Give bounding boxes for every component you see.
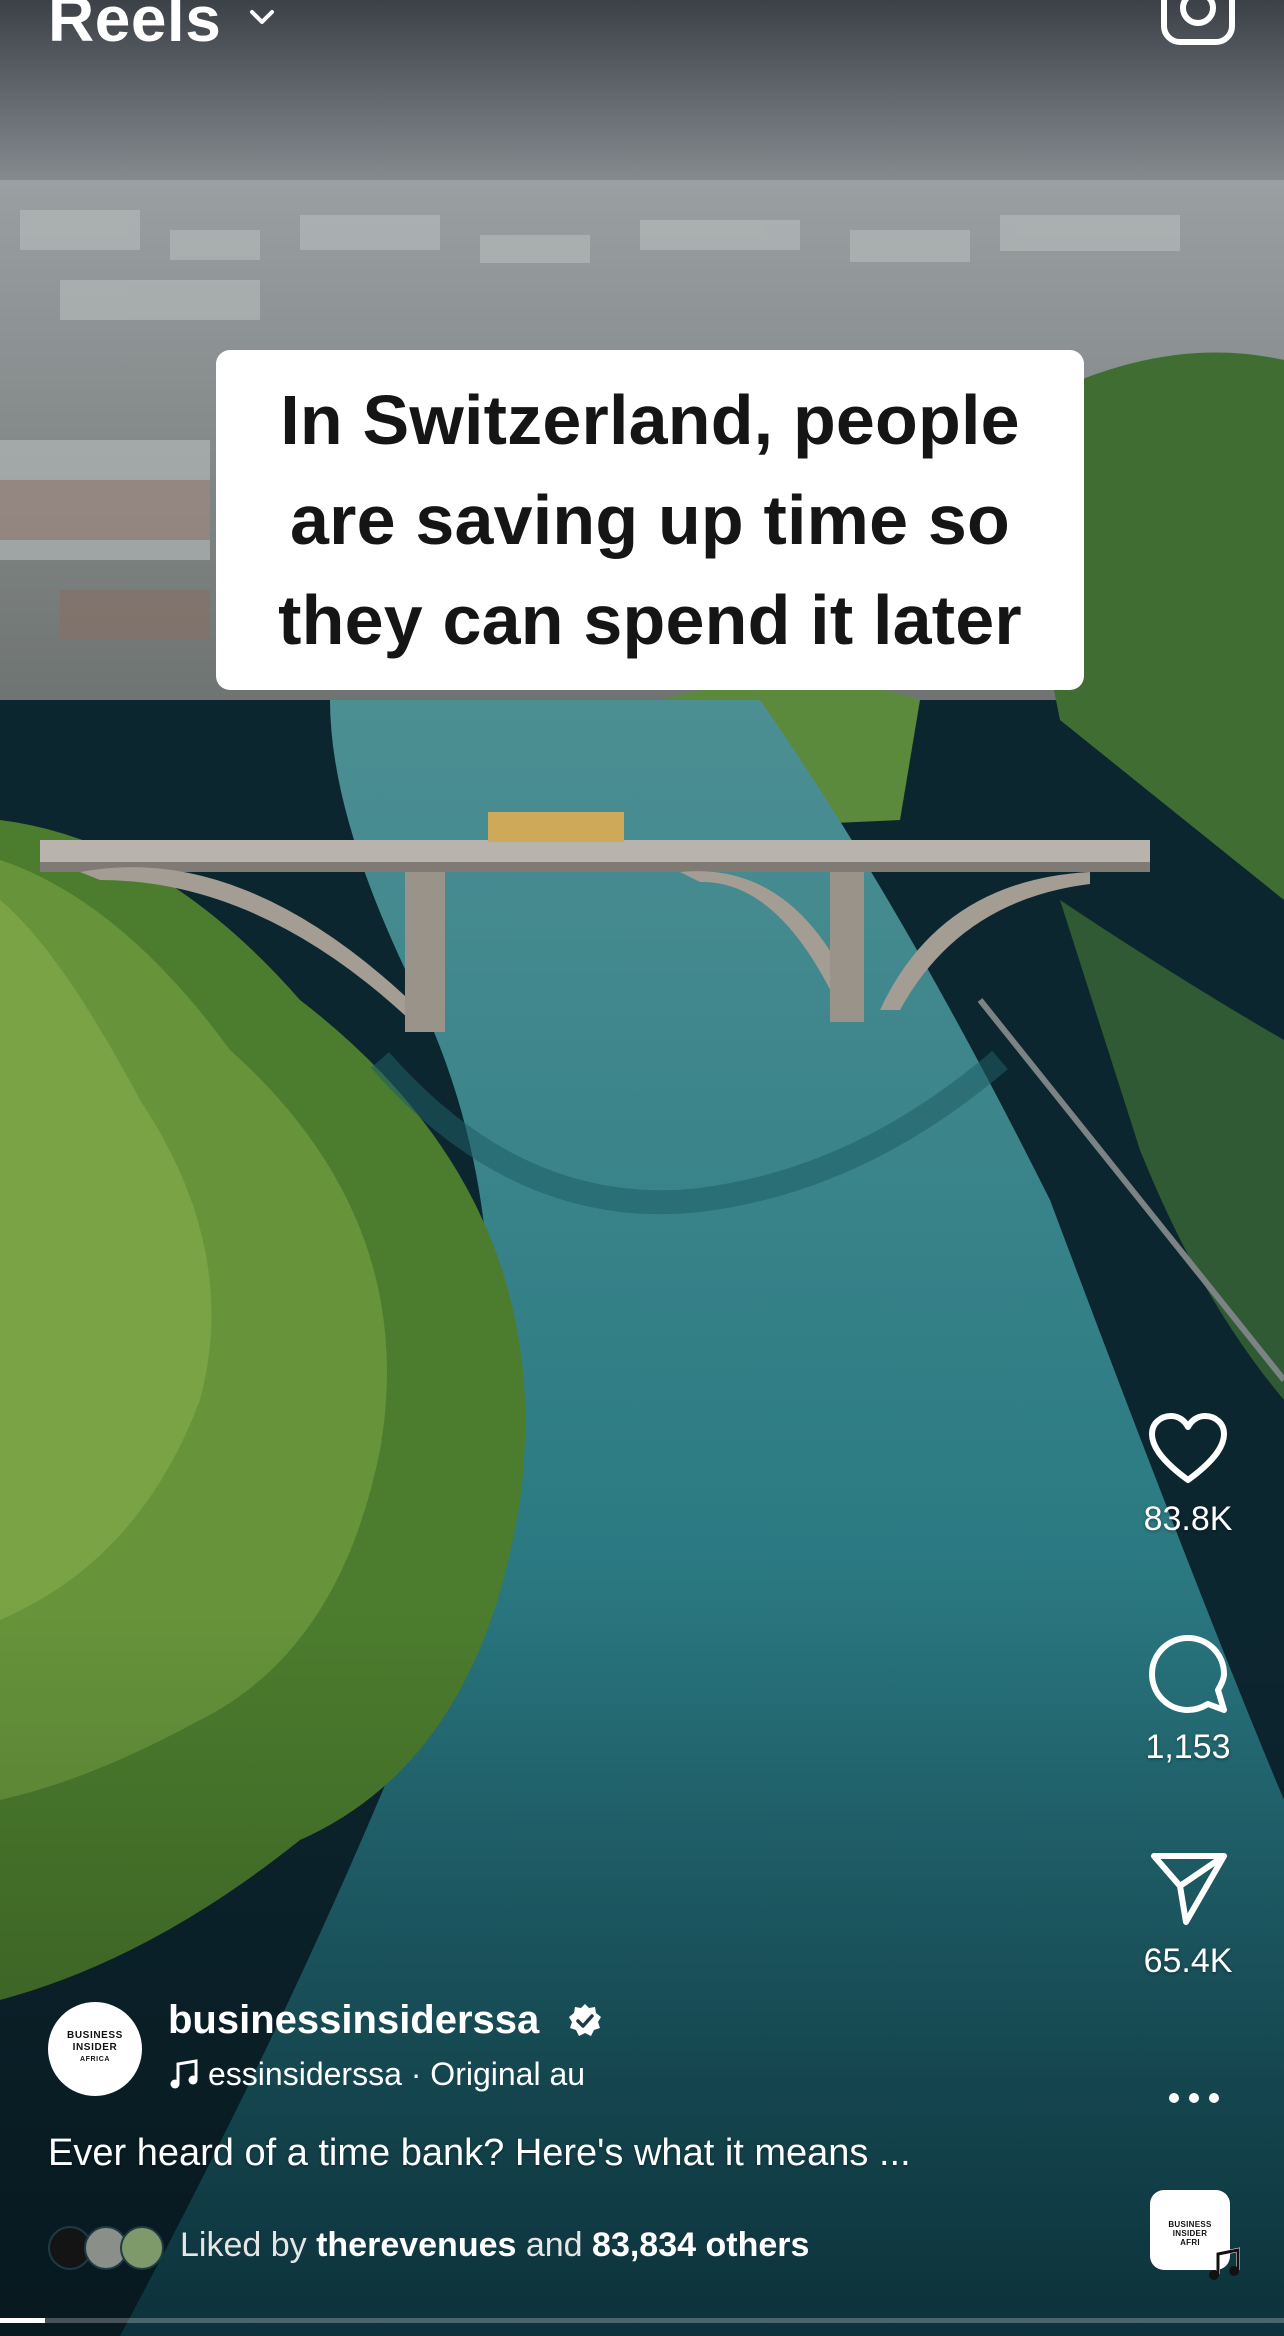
caption-line: In Switzerland, people <box>280 381 1020 459</box>
camera-icon[interactable] <box>1160 0 1236 46</box>
heart-icon[interactable] <box>1148 1412 1228 1486</box>
chevron-down-icon[interactable] <box>244 0 280 36</box>
share-action[interactable]: 65.4K <box>1118 1848 1258 1981</box>
username[interactable]: businessinsiderssa <box>168 1998 539 2043</box>
comment-count: 1,153 <box>1145 1728 1231 1766</box>
post-description[interactable]: Ever heard of a time bank? Here's what i… <box>48 2132 911 2175</box>
audio-thumbnail[interactable]: BUSINESS INSIDER AFRI <box>1150 2190 1240 2280</box>
audio-track[interactable]: essinsiderssa · Original au <box>168 2056 698 2093</box>
comment-action[interactable]: 1,153 <box>1118 1634 1258 1767</box>
avatar[interactable]: BUSINESS INSIDER AFRICA <box>48 2002 142 2096</box>
liker-username[interactable]: therevenues <box>316 2226 516 2264</box>
more-dots-icon[interactable] <box>1167 2088 1221 2108</box>
verified-badge-icon <box>569 2004 601 2036</box>
liked-by-text: Liked by therevenues and 83,834 others <box>180 2226 810 2264</box>
video-progress-fill <box>0 2318 45 2323</box>
caption-line: they can spend it later <box>278 581 1022 659</box>
avatar <box>120 2226 164 2270</box>
caption-line: are saving up time so <box>290 481 1010 559</box>
music-note-icon <box>170 2059 198 2089</box>
music-note-icon <box>1209 2247 1240 2280</box>
share-count: 65.4K <box>1143 1942 1233 1980</box>
video-progress-bar[interactable] <box>0 2318 1284 2323</box>
like-count: 83.8K <box>1143 1500 1233 1538</box>
audio-thumbnail-logo: BUSINESS INSIDER AFRI <box>1168 2220 1212 2247</box>
like-action[interactable]: 83.8K <box>1118 1412 1258 1539</box>
paper-plane-icon[interactable] <box>1148 1848 1228 1928</box>
top-bar: Reels <box>0 0 1284 80</box>
liker-avatars <box>48 2226 168 2270</box>
video-caption-card: In Switzerland, people are saving up tim… <box>216 350 1084 690</box>
page-title[interactable]: Reels <box>48 0 221 56</box>
audio-track-label: essinsiderssa · Original au <box>208 2056 586 2092</box>
comment-bubble-icon[interactable] <box>1148 1634 1228 1714</box>
likes-count[interactable]: 83,834 others <box>592 2226 809 2264</box>
